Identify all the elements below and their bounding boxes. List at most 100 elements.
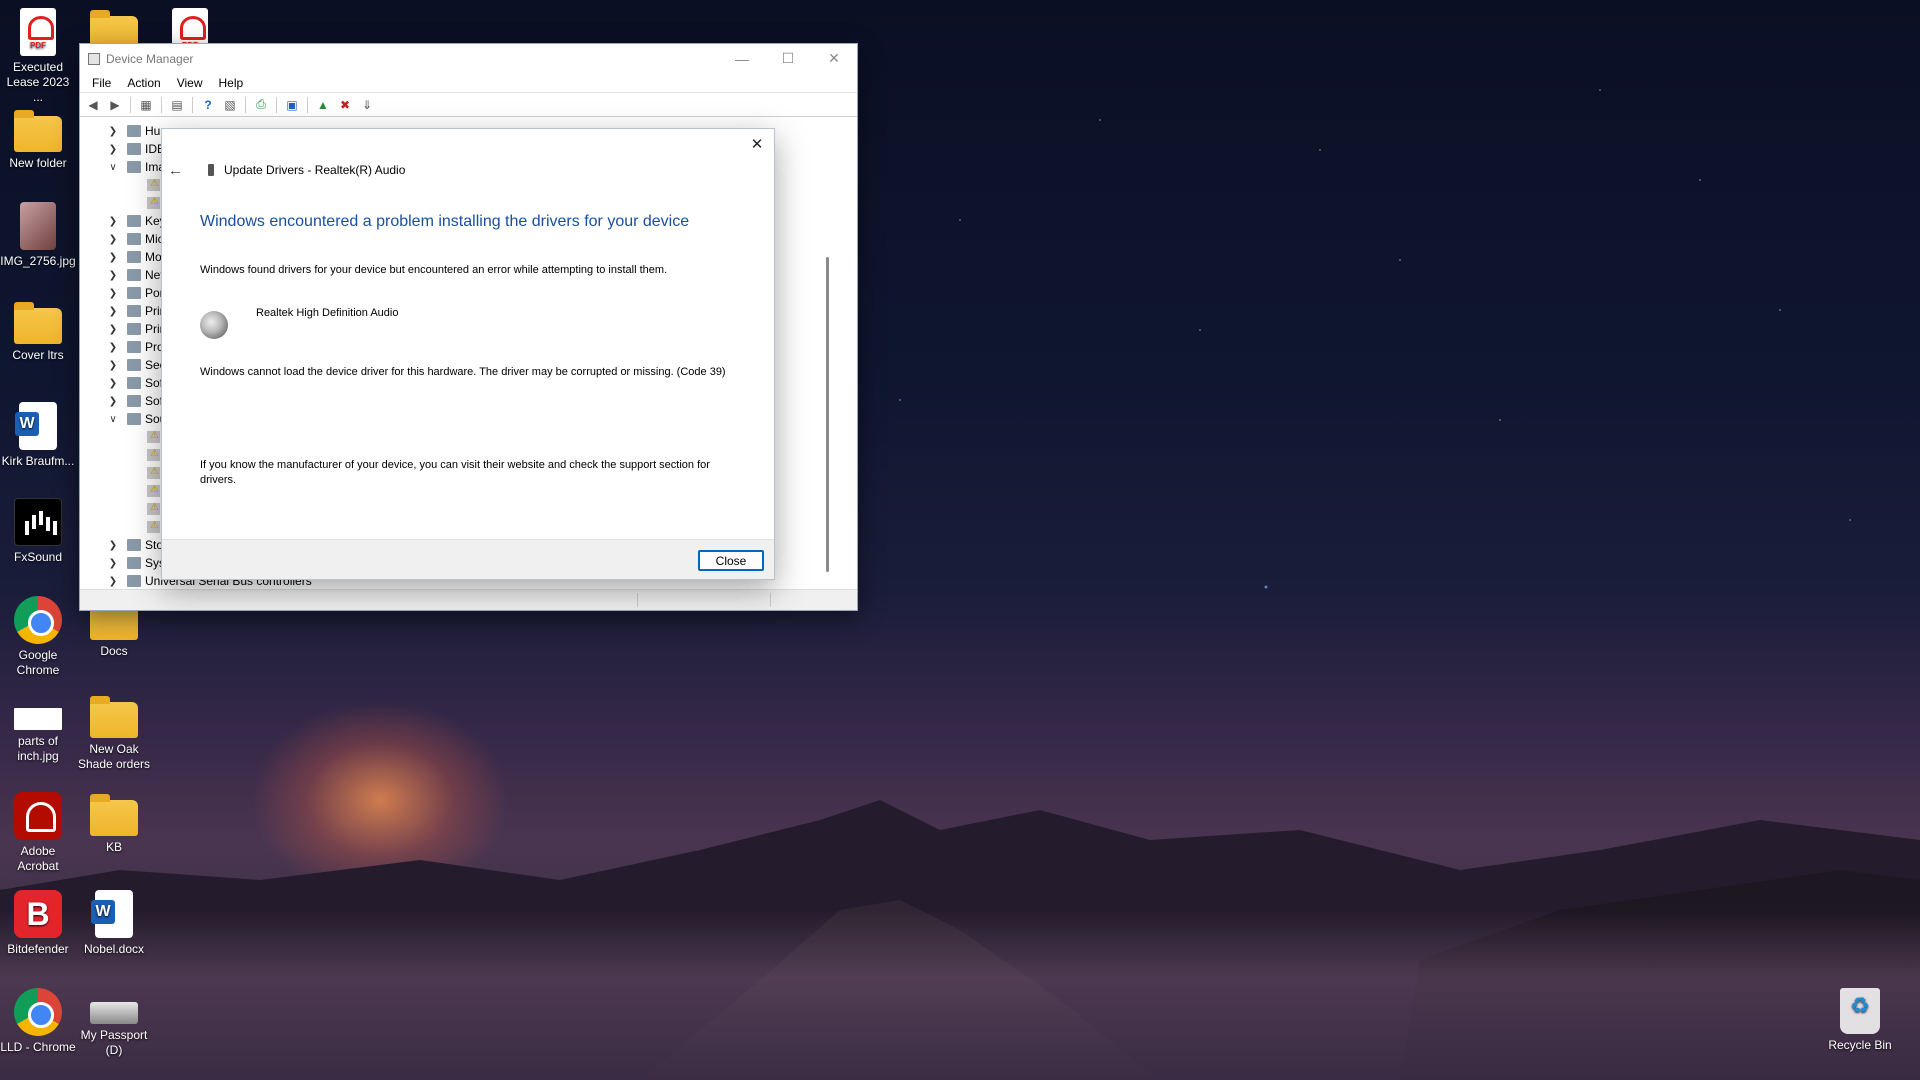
desktop-icon-lld-chrome[interactable]: LLD - Chrome [0,988,76,1055]
tree-item[interactable]: ❯ IDE [81,140,165,158]
tree-child-device[interactable] [147,464,160,482]
scan-hardware-icon[interactable]: ▣ [282,96,302,114]
tree-item[interactable]: ❯ Stor [81,536,167,554]
tree-item[interactable]: ❯ Sec [81,356,166,374]
warning-device-icon [147,502,160,515]
tree-item[interactable]: ❯ Mo [81,248,162,266]
tree-item[interactable]: ❯ Pro [81,338,164,356]
chevron-right-icon[interactable]: ❯ [107,216,119,227]
dialog-footer: Close [162,539,774,579]
tree-item[interactable]: ❯ Mic [81,230,164,248]
download-icon[interactable]: ⇓ [357,96,377,114]
tree-item[interactable]: ❯ Key [81,212,166,230]
chevron-right-icon[interactable]: ❯ [107,558,119,569]
tree-item[interactable]: ❯ Hur [81,122,165,140]
toolbar-separator [276,96,277,113]
chevron-right-icon[interactable]: ❯ [107,360,119,371]
tree-item[interactable]: ❯ Por [81,284,164,302]
tree-item[interactable]: ❯ Prir [81,320,164,338]
chevron-right-icon[interactable]: ❯ [107,126,119,137]
print-icon[interactable]: ⎙ [251,96,271,114]
tree-child-device[interactable] [147,518,160,536]
tree-item[interactable]: ∨ Ima [81,158,165,176]
device-category-icon [127,287,141,299]
chevron-right-icon[interactable]: ❯ [107,252,119,263]
window-close-button[interactable]: ✕ [811,44,857,73]
word-document-icon [91,890,133,938]
forward-icon[interactable]: ▶ [105,96,125,114]
tree-item[interactable]: ❯ Soft [81,392,167,410]
chevron-right-icon[interactable]: ❯ [107,540,119,551]
menu-action[interactable]: Action [119,76,168,90]
chevron-right-icon[interactable]: ❯ [107,576,119,587]
desktop-icon-new-oak-shade[interactable]: New Oak Shade orders [76,694,152,772]
warning-device-icon [147,484,160,497]
tree-child-device[interactable] [147,428,160,446]
properties-icon[interactable]: ▤ [167,96,187,114]
chevron-right-icon[interactable]: ❯ [107,324,119,335]
chrome-icon [14,596,62,644]
tree-scrollbar[interactable] [826,257,829,572]
tree-child-device[interactable] [147,482,160,500]
desktop-icon-nobel-docx[interactable]: Nobel.docx [76,890,152,957]
desktop-icon-fxsound[interactable]: FxSound [0,498,76,565]
close-button[interactable]: Close [698,550,764,571]
status-bar [80,589,857,610]
device-category-icon [127,413,141,425]
desktop-icon-parts-of-inch[interactable]: parts of inch.jpg [0,694,76,764]
tree-child-device[interactable] [147,176,160,194]
desktop-icon-cover-ltrs[interactable]: Cover ltrs [0,300,76,363]
dialog-close-x-button[interactable]: ✕ [746,133,768,155]
tree-child-device[interactable] [147,500,160,518]
chevron-down-icon[interactable]: ∨ [107,162,119,173]
uninstall-device-icon[interactable]: ✖ [335,96,355,114]
chevron-right-icon[interactable]: ❯ [107,396,119,407]
chevron-right-icon[interactable]: ❯ [107,144,119,155]
device-category-icon [127,125,141,137]
menu-help[interactable]: Help [211,76,252,90]
show-hide-console-tree-icon[interactable]: ▦ [136,96,156,114]
desktop-icon-label: Nobel.docx [83,942,145,956]
desktop-icon-recycle-bin[interactable]: Recycle Bin [1822,988,1898,1053]
desktop-icon-new-folder[interactable]: New folder [0,108,76,171]
device-category-icon [127,539,141,551]
toolbar-separator [192,96,193,113]
menu-file[interactable]: File [84,76,119,90]
chevron-right-icon[interactable]: ❯ [107,306,119,317]
action-pane-icon[interactable]: ▧ [220,96,240,114]
window-title: Device Manager [106,51,194,66]
update-driver-icon[interactable]: ▲ [313,96,333,114]
desktop-icon-google-chrome[interactable]: Google Chrome [0,596,76,678]
desktop-icon-img-2756[interactable]: IMG_2756.jpg [0,202,76,269]
desktop-icon-executed-lease[interactable]: Executed Lease 2023 ... [0,8,76,105]
tree-child-device[interactable] [147,446,160,464]
chevron-right-icon[interactable]: ❯ [107,342,119,353]
tree-item[interactable]: ∨ Sou [81,410,166,428]
tree-item[interactable]: ❯ Prir [81,302,164,320]
desktop-icon-kirk[interactable]: Kirk Braufm... [0,402,76,469]
device-manager-titlebar[interactable]: Device Manager — ☐ ✕ [80,44,857,73]
tree-item[interactable]: ❯ Syst [81,554,169,572]
chevron-right-icon[interactable]: ❯ [107,270,119,281]
device-category-icon [127,557,141,569]
desktop-icon-bitdefender[interactable]: B Bitdefender [0,890,76,957]
maximize-button[interactable]: ☐ [765,44,811,73]
chevron-down-icon[interactable]: ∨ [107,414,119,425]
back-icon[interactable]: ◀ [83,96,103,114]
chevron-right-icon[interactable]: ❯ [107,288,119,299]
minimize-button[interactable]: — [719,44,765,73]
help-icon[interactable]: ? [198,96,218,114]
back-arrow-icon[interactable]: ← [168,162,183,179]
desktop-icon-adobe-acrobat[interactable]: Adobe Acrobat [0,792,76,874]
chevron-right-icon[interactable]: ❯ [107,378,119,389]
tree-item[interactable]: ❯ Soft [81,374,167,392]
desktop-icon-kb[interactable]: KB [76,792,152,855]
image-file-icon [20,202,56,250]
tree-child-device[interactable] [147,194,160,212]
warning-device-icon [147,466,160,479]
tree-item[interactable]: ❯ Net [81,266,164,284]
desktop-icon-my-passport[interactable]: My Passport (D) [76,988,152,1058]
desktop-icon-label: New folder [9,156,67,170]
chevron-right-icon[interactable]: ❯ [107,234,119,245]
menu-view[interactable]: View [169,76,211,90]
